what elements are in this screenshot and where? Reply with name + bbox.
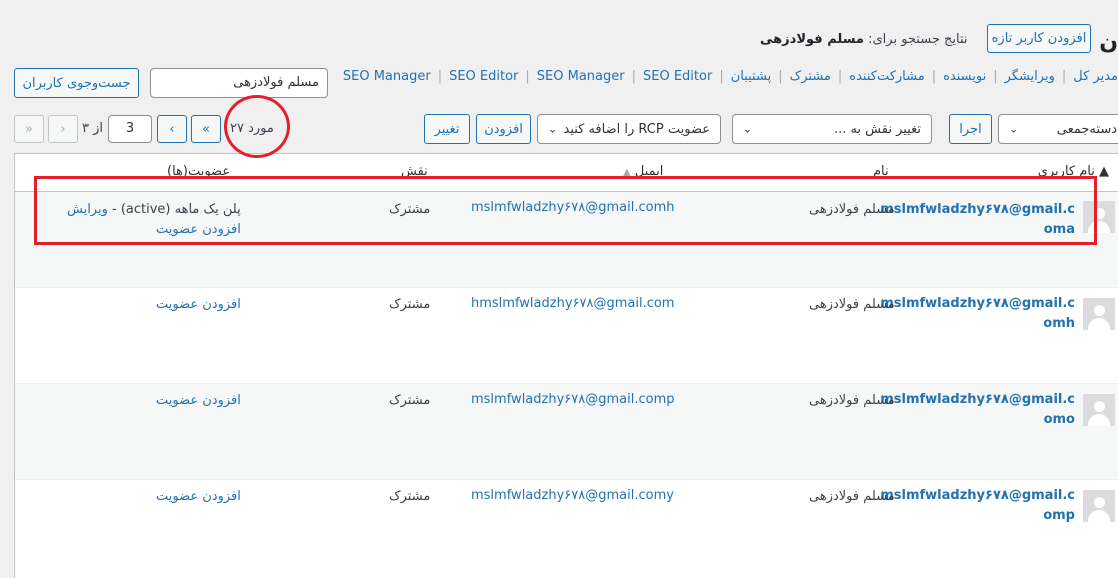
user-email[interactable]: mslmfwladzhy۶۷۸@gmail.comp	[471, 392, 674, 407]
highlight-rectangle	[34, 176, 1097, 245]
user-name: مسلم فولادزهی	[809, 297, 895, 312]
filter-editor[interactable]: ویرایشگر	[1005, 69, 1055, 84]
add-membership-link[interactable]: افزودن عضویت	[156, 297, 241, 312]
username-link[interactable]: mslmfwladzhy۶۷۸@gmail.c omp	[880, 486, 1075, 526]
filter-separator: |	[931, 69, 937, 84]
username-link[interactable]: mslmfwladzhy۶۷۸@gmail.c omo	[880, 390, 1075, 430]
add-new-user-button[interactable]: افزودن کاربر تازه	[987, 24, 1091, 53]
bulk-action-select[interactable]: دسته‌جمعی ⌄	[998, 114, 1118, 144]
filter-separator: |	[1061, 69, 1067, 84]
avatar-body	[1088, 414, 1110, 426]
user-email[interactable]: mslmfwladzhy۶۷۸@gmail.comy	[471, 488, 674, 503]
sort-arrow-icon: ▲	[1099, 164, 1109, 179]
avatar-head	[1094, 305, 1105, 316]
user-email[interactable]: hmslmfwladzhy۶۷۸@gmail.com	[471, 296, 674, 311]
change-role-select[interactable]: تغییر نقش به ... ⌄	[732, 114, 932, 144]
avatar-body	[1088, 318, 1110, 330]
search-input[interactable]: مسلم فولادزهی	[150, 68, 328, 98]
chevron-down-icon: ⌄	[548, 122, 558, 136]
username-line1: mslmfwladzhy۶۷۸@gmail.c	[880, 296, 1075, 311]
filter-author[interactable]: نویسنده	[943, 69, 986, 84]
last-page-button: »	[14, 115, 44, 143]
avatar-head	[1094, 497, 1105, 508]
user-role: مشترک	[389, 489, 431, 504]
avatar-head	[1094, 401, 1105, 412]
role-filter-links: مدیر کل | ویرایشگر | نویسنده | مشارکت‌کننده | مش…	[343, 69, 1118, 84]
search-results-term: مسلم فولادزهی	[760, 32, 864, 47]
add-membership-link[interactable]: افزودن عضویت	[156, 489, 241, 504]
filter-administrator[interactable]: مدیر کل	[1073, 69, 1118, 84]
search-results-prefix: نتایج جستجو برای:	[868, 32, 968, 47]
next-page-button: ›	[48, 115, 78, 143]
user-name: مسلم فولادزهی	[809, 489, 895, 504]
change-membership-button[interactable]: تغییر	[424, 114, 470, 144]
avatar	[1083, 394, 1115, 426]
avatar	[1083, 490, 1115, 522]
rcp-membership-select[interactable]: عضویت RCP را اضافه کنید ⌄	[537, 114, 721, 144]
chevron-down-icon: ⌄	[743, 122, 753, 136]
filter-separator: |	[437, 69, 443, 84]
avatar	[1083, 298, 1115, 330]
search-users-button[interactable]: جست‌وجوی کاربران	[14, 68, 139, 98]
filter-separator: |	[993, 69, 998, 84]
filter-separator: |	[837, 69, 843, 84]
avatar-body	[1088, 510, 1110, 522]
filter-separator: |	[719, 69, 724, 84]
filter-separator: |	[631, 69, 636, 84]
first-page-button[interactable]: «	[191, 115, 221, 143]
filter-seo-editor-2[interactable]: SEO Editor	[643, 69, 712, 84]
filter-seo-manager-2[interactable]: SEO Manager	[537, 69, 625, 84]
filter-subscriber[interactable]: مشترک	[790, 69, 831, 84]
apply-button[interactable]: اجرا	[949, 114, 992, 144]
username-line2: omp	[1043, 508, 1075, 523]
filter-seo-editor[interactable]: SEO Editor	[449, 69, 518, 84]
username-line1: mslmfwladzhy۶۷۸@gmail.c	[880, 392, 1075, 407]
user-name: مسلم فولادزهی	[809, 393, 895, 408]
table-row: mslmfwladzhy۶۷۸@gmail.c omh مسلم فولادزه…	[15, 288, 1118, 384]
page-title-fragment: ن	[1099, 30, 1118, 55]
filter-separator: |	[525, 69, 530, 84]
current-page-input[interactable]: 3	[108, 115, 152, 143]
user-role: مشترک	[389, 393, 431, 408]
change-role-value: تغییر نقش به ...	[833, 121, 921, 137]
user-role: مشترک	[389, 297, 431, 312]
username-line2: omh	[1043, 316, 1075, 331]
table-row: mslmfwladzhy۶۷۸@gmail.c omp مسلم فولادزه…	[15, 480, 1118, 578]
username-link[interactable]: mslmfwladzhy۶۷۸@gmail.c omh	[880, 294, 1075, 334]
username-line2: omo	[1043, 412, 1075, 427]
add-membership-link[interactable]: افزودن عضویت	[156, 393, 241, 408]
total-pages-label: از ۳	[82, 121, 104, 136]
bulk-action-value: دسته‌جمعی	[1056, 121, 1117, 137]
add-membership-bulk-button[interactable]: افزودن	[476, 114, 531, 144]
username-line1: mslmfwladzhy۶۷۸@gmail.c	[880, 488, 1075, 503]
search-results-label: نتایج جستجو برای: مسلم فولادزهی	[760, 32, 968, 47]
prev-page-button[interactable]: ‹	[157, 115, 187, 143]
filter-seo-manager[interactable]: SEO Manager	[343, 69, 431, 84]
filter-support[interactable]: پشتیبان	[731, 69, 772, 84]
filter-separator: |	[778, 69, 783, 84]
table-row: mslmfwladzhy۶۷۸@gmail.c omo مسلم فولادزه…	[15, 384, 1118, 480]
chevron-down-icon: ⌄	[1009, 122, 1019, 136]
filter-contributor[interactable]: مشارکت‌کننده	[849, 69, 924, 84]
rcp-membership-value: عضویت RCP را اضافه کنید	[563, 121, 710, 137]
highlight-circle	[224, 95, 290, 158]
